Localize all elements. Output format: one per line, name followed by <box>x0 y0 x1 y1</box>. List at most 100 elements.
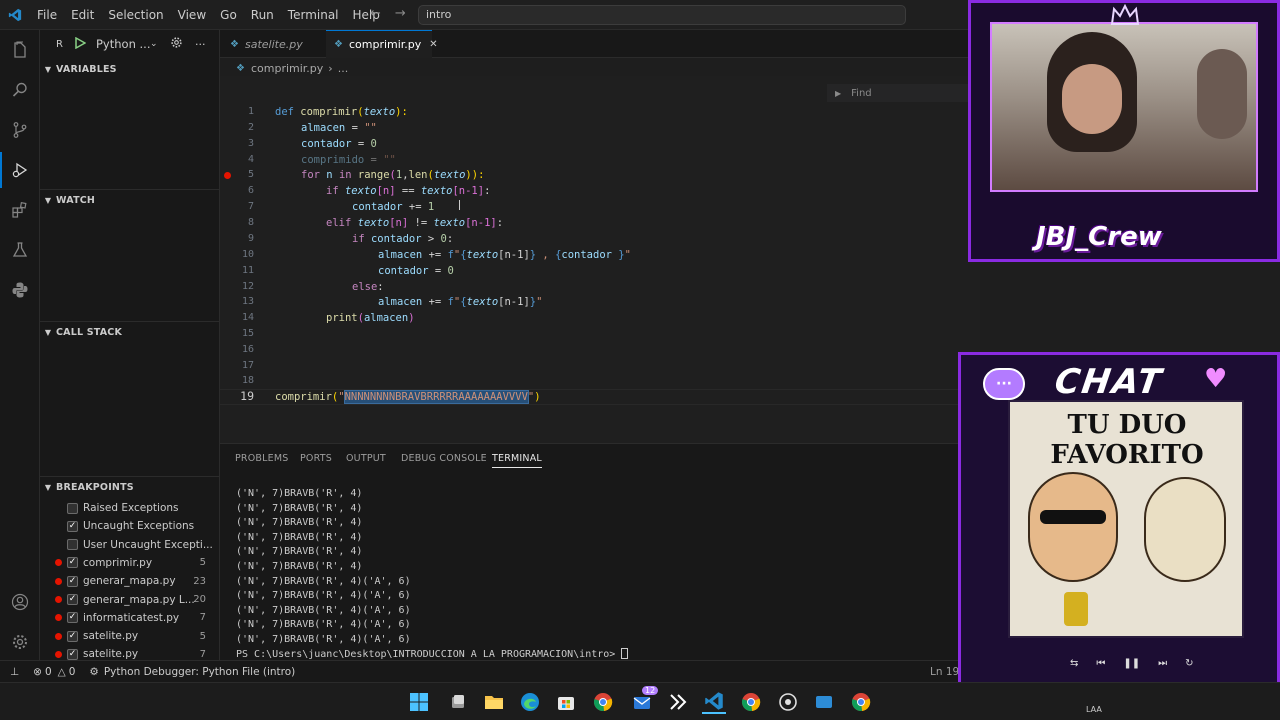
debugger-status[interactable]: ⚙ Python Debugger: Python File (intro) <box>89 666 295 678</box>
breakpoint-dot-icon[interactable] <box>224 172 231 179</box>
terminal-line: ('N', 7)BRAVB('R', 4)('A', 6) <box>236 575 411 587</box>
close-tab-icon[interactable]: ✕ <box>429 39 437 50</box>
terminal-line: ('N', 7)BRAVB('R', 4) <box>236 502 363 514</box>
shuffle-icon[interactable]: ⇆ <box>1070 658 1078 669</box>
breakpoint-checkbox[interactable]: ✓ <box>67 612 78 624</box>
pause-icon[interactable]: ❚❚ <box>1123 658 1140 669</box>
menu-view[interactable]: View <box>171 0 213 30</box>
terminal-app-icon[interactable] <box>666 690 690 714</box>
menu-edit[interactable]: Edit <box>64 0 101 30</box>
breakpoint-item[interactable]: ✓ generar_mapa.py 23 <box>40 572 220 590</box>
explorer-icon[interactable] <box>8 38 32 62</box>
watch-header[interactable]: ▼ WATCH <box>40 189 220 211</box>
next-track-icon[interactable]: ⏭ <box>1158 658 1167 669</box>
breakpoint-checkbox[interactable]: ✓ <box>67 594 78 605</box>
debug-config-select[interactable]: Python ... <box>96 37 151 51</box>
more-actions-icon[interactable]: ··· <box>195 38 206 51</box>
breakpoint-item[interactable]: ✓ Uncaught Exceptions <box>40 517 220 535</box>
find-widget[interactable]: ▶ Find <box>827 84 977 102</box>
breakpoint-item[interactable]: ✓ generar_mapa.py L... 20 <box>40 591 220 609</box>
menu-terminal[interactable]: Terminal <box>281 0 346 30</box>
python-file-icon: ❖ <box>230 38 239 50</box>
tab-satelite[interactable]: ❖ satelite.py <box>220 30 325 58</box>
breakpoint-checkbox[interactable] <box>67 539 78 551</box>
variables-header[interactable]: ▼ VARIABLES <box>40 58 220 80</box>
breakpoint-line-number: 5 <box>199 630 206 642</box>
chrome-profile-icon[interactable] <box>739 690 763 714</box>
debug-settings-icon[interactable] <box>170 36 183 52</box>
run-label: R <box>56 38 63 50</box>
back-arrow-icon[interactable]: ← <box>370 6 381 21</box>
task-view-icon[interactable] <box>446 690 470 714</box>
testing-flask-icon[interactable] <box>8 238 32 262</box>
problems-indicator[interactable]: ⊗ 0 △ 0 <box>33 666 75 678</box>
settings-gear-icon[interactable] <box>8 630 32 654</box>
find-input[interactable]: Find <box>851 88 872 99</box>
previous-track-icon[interactable]: ⏮ <box>1096 658 1105 669</box>
breakpoint-line-number: 23 <box>193 575 206 587</box>
video-app-icon[interactable] <box>812 690 836 714</box>
breakpoint-dot-icon <box>55 614 62 622</box>
repeat-icon[interactable]: ↻ <box>1185 658 1193 669</box>
breakpoint-checkbox[interactable]: ✓ <box>67 630 78 642</box>
windows-start-icon[interactable] <box>407 690 431 714</box>
activity-bar <box>0 30 40 660</box>
menu-go[interactable]: Go <box>213 0 244 30</box>
python-icon[interactable] <box>8 278 32 302</box>
tab-terminal[interactable]: TERMINAL <box>492 453 542 468</box>
chevron-down-icon: ▼ <box>44 196 52 205</box>
edge-browser-icon[interactable] <box>518 690 542 714</box>
tab-ports[interactable]: PORTS <box>300 453 332 464</box>
terminal-line: ('N', 7)BRAVB('R', 4) <box>236 517 363 529</box>
chrome-icon[interactable] <box>591 690 615 714</box>
vscode-taskbar-icon[interactable] <box>702 690 726 714</box>
breakpoint-label: informaticatest.py <box>83 611 180 624</box>
terminal-line: ('N', 7)BRAVB('R', 4)('A', 6) <box>236 619 411 631</box>
breakpoint-line-number: 7 <box>199 648 206 660</box>
menu-run[interactable]: Run <box>244 0 281 30</box>
microsoft-store-icon[interactable] <box>554 690 578 714</box>
breakpoint-item[interactable]: Raised Exceptions <box>40 499 220 517</box>
tab-comprimir[interactable]: ❖ comprimir.py ✕ <box>326 30 438 58</box>
breadcrumb-more[interactable]: ... <box>338 62 349 75</box>
python-file-icon: ❖ <box>334 39 343 50</box>
breakpoint-checkbox[interactable]: ✓ <box>67 648 78 660</box>
menu-file[interactable]: File <box>30 0 64 30</box>
breakpoint-item[interactable]: ✓ satelite.py 5 <box>40 627 220 645</box>
chrome-second-icon[interactable] <box>849 690 873 714</box>
mail-icon[interactable]: 12 <box>630 686 659 714</box>
breakpoint-item[interactable]: ✓ comprimir.py 5 <box>40 554 220 572</box>
breakpoint-line-number: 5 <box>199 557 206 569</box>
breadcrumb-file[interactable]: comprimir.py <box>251 62 323 75</box>
breakpoint-label: generar_mapa.py <box>83 575 176 588</box>
extensions-icon[interactable] <box>8 198 32 222</box>
forward-arrow-icon[interactable]: → <box>395 6 406 21</box>
breakpoint-item[interactable]: ✓ informaticatest.py 7 <box>40 609 220 627</box>
obs-icon[interactable] <box>776 690 800 714</box>
run-debug-icon[interactable] <box>0 152 32 188</box>
tab-debug-console[interactable]: DEBUG CONSOLE <box>401 453 487 464</box>
search-icon[interactable] <box>8 78 32 102</box>
remote-icon[interactable]: ⊥ <box>10 666 19 678</box>
breakpoint-checkbox[interactable]: ✓ <box>67 557 78 569</box>
account-icon[interactable] <box>8 590 32 614</box>
code-line-8: elif texto[n] != texto[n-1]: <box>326 217 504 229</box>
streamer-face-icon <box>1062 64 1122 134</box>
call-stack-header[interactable]: ▼ CALL STACK <box>40 321 220 343</box>
file-explorer-icon[interactable] <box>482 690 506 714</box>
source-control-icon[interactable] <box>8 118 32 142</box>
tab-output[interactable]: OUTPUT <box>346 453 386 464</box>
breakpoint-checkbox[interactable]: ✓ <box>67 520 78 532</box>
breakpoint-dot-icon <box>55 559 62 567</box>
chevron-right-icon[interactable]: ▶ <box>835 89 841 98</box>
breakpoint-item[interactable]: User Uncaught Excepti... <box>40 536 220 554</box>
menu-selection[interactable]: Selection <box>101 0 170 30</box>
breakpoint-checkbox[interactable]: ✓ <box>67 575 78 587</box>
command-center-search[interactable]: intro <box>418 5 906 25</box>
breakpoints-header[interactable]: ▼ BREAKPOINTS <box>40 476 220 498</box>
line-number: 16 <box>241 344 254 355</box>
start-debugging-icon[interactable] <box>74 36 87 52</box>
tab-problems[interactable]: PROBLEMS <box>235 453 288 464</box>
chevron-down-icon[interactable]: ⌄ <box>150 39 158 49</box>
breakpoint-checkbox[interactable] <box>67 502 78 514</box>
